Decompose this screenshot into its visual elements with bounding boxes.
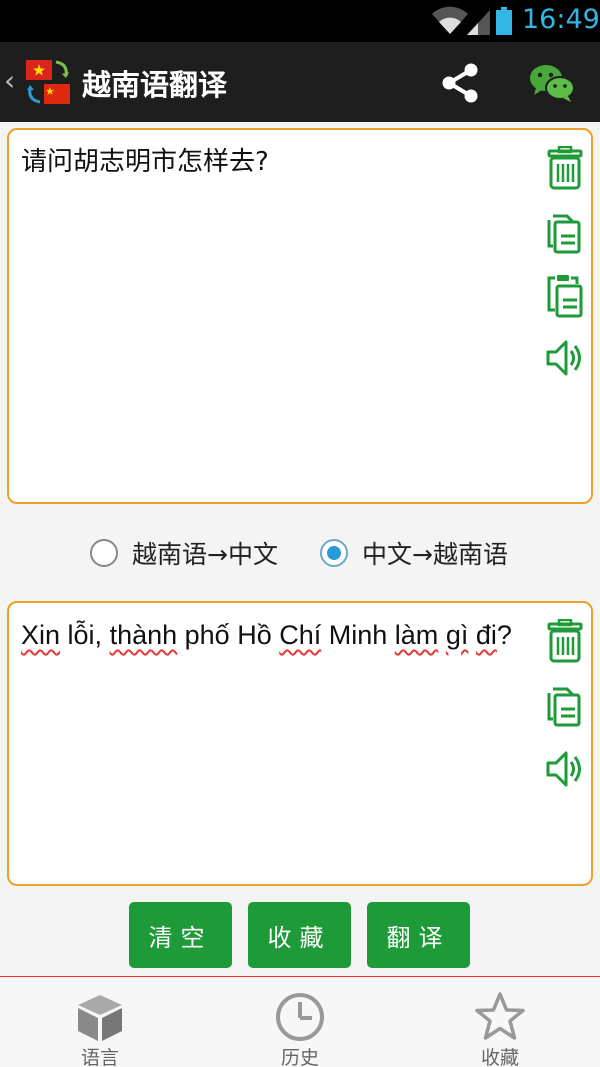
wifi-icon [432,6,468,35]
source-text-pane[interactable]: 请问胡志明市怎样去? [7,128,593,504]
misspelled-word: làm [394,620,439,650]
paste-icon[interactable] [545,274,585,318]
speaker-icon[interactable] [545,747,585,791]
translation-output[interactable]: Xin lỗi, thành phố Hồ Chí Minh làm gì đi… [21,617,521,653]
output-text-segment: phố Hồ [177,620,280,650]
wechat-icon[interactable] [528,62,576,104]
output-text-segment: Minh [321,620,395,650]
signal-icon [467,10,490,35]
source-text-input[interactable]: 请问胡志明市怎样去? [21,144,521,180]
app-bar: ‹ 越南语翻译 [0,42,600,122]
misspelled-word: Chí [279,620,322,650]
output-text-segment: ? [496,620,512,650]
nav-label-history: 历史 [280,1047,319,1067]
chevron-left-icon[interactable]: ‹ [4,64,15,97]
misspelled-word: thành [109,620,178,650]
translate-button[interactable]: 翻译 [367,902,470,968]
speaker-icon[interactable] [545,336,585,380]
copy-icon[interactable] [545,210,585,254]
output-text-segment: lỗi, [60,620,110,650]
nav-item-history[interactable]: 历史 [200,977,400,1067]
status-bar: 16:49 [0,0,600,42]
radio-button-vi-to-zh[interactable] [90,539,118,567]
nav-label-favorites: 收藏 [480,1047,519,1067]
app-logo-icon[interactable] [24,58,72,106]
status-time: 16:49 [522,4,600,35]
misspelled-word: đi [475,620,497,650]
nav-item-favorites[interactable]: 收藏 [400,977,600,1067]
misspelled-word: Xin [21,620,61,650]
app-title: 越南语翻译 [82,68,228,102]
clear-button[interactable]: 清空 [129,902,232,968]
nav-label-language: 语言 [80,1047,119,1067]
output-text-segment [438,620,446,650]
clock-icon [276,993,324,1041]
radio-label-zh-to-vi: 中文→越南语 [362,540,508,569]
trash-icon[interactable] [545,619,585,663]
misspelled-word: gì [445,620,469,650]
cube-icon [78,995,122,1041]
radio-vi-to-zh[interactable]: 越南语→中文 [90,530,278,576]
star-icon [475,992,525,1040]
battery-icon [496,7,512,35]
radio-button-zh-to-vi[interactable] [320,539,348,567]
radio-zh-to-vi[interactable]: 中文→越南语 [320,530,508,576]
radio-label-vi-to-zh: 越南语→中文 [132,540,278,569]
translation-pane[interactable]: Xin lỗi, thành phố Hồ Chí Minh làm gì đi… [7,601,593,886]
copy-icon[interactable] [545,683,585,727]
nav-item-language[interactable]: 语言 [0,977,200,1067]
bottom-navigation: 语言 历史 收藏 [0,976,600,1067]
direction-selector: 越南语→中文 中文→越南语 [0,530,600,576]
output-text-segment [468,620,476,650]
favorite-button[interactable]: 收藏 [248,902,351,968]
trash-icon[interactable] [545,146,585,190]
share-icon[interactable] [440,62,480,104]
